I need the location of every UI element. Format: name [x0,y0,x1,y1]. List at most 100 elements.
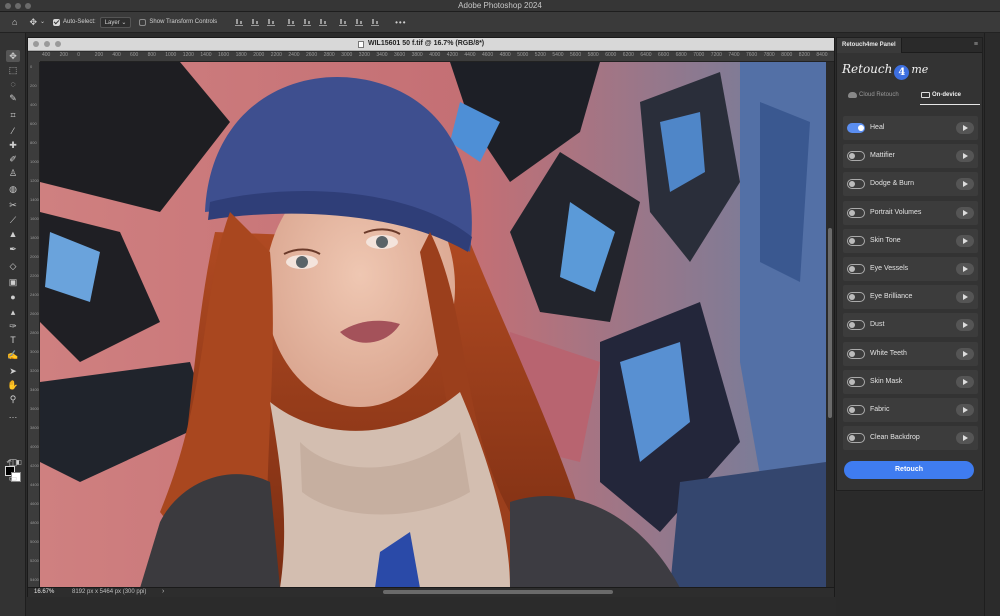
type-tool-icon[interactable]: T [6,334,20,346]
play-icon[interactable] [956,432,974,445]
horizontal-scroll-thumb[interactable] [383,590,613,594]
distribute-horizontal-icon[interactable] [371,18,380,26]
crop-tool-icon[interactable]: ⌗ [6,109,20,121]
ruler-tick-label: 3200 [358,52,370,58]
ruler-tick-label: 2400 [288,52,300,58]
align-left-icon[interactable] [235,18,244,26]
horizontal-ruler[interactable]: 400 200 0 200 400 600 800 1000 1200 1400 1600 1800 2… [40,52,834,62]
play-icon[interactable] [956,206,974,219]
vertical-ruler[interactable]: 0 200 400 600 800 1000 1200 1400 1600 1800 2000 220… [28,62,40,588]
auto-select-target-dropdown[interactable]: Layer ⌄ [99,16,132,28]
plugin-toggle[interactable] [847,376,865,387]
ruler-tick-label: 8200 [798,52,810,58]
plugin-toggle[interactable] [847,263,865,274]
zoom-tool-icon[interactable]: ⚲ [6,393,20,405]
play-icon[interactable] [956,262,974,275]
play-icon[interactable] [956,403,974,416]
plugin-toggle[interactable] [847,151,865,162]
plugin-toggle[interactable] [847,348,865,359]
zoom-level[interactable]: 16.67% [34,589,54,595]
minimize-document-button[interactable] [44,41,50,47]
plugin-toggle[interactable] [847,433,865,444]
align-right-icon[interactable] [267,18,276,26]
tab-cloud-retouch[interactable]: Cloud Retouch [847,88,899,105]
move-tool-icon[interactable]: ✥ [29,17,37,27]
distribute-icon[interactable] [339,18,348,26]
eraser-tool-icon[interactable]: ◇ [6,260,20,272]
align-bottom-icon[interactable] [319,18,328,26]
tab-on-device[interactable]: On-device [920,88,980,105]
clone-stamp-icon[interactable]: ♙ [6,167,20,179]
tab-retouch4me-panel[interactable]: Retouch4me Panel [837,38,902,53]
pen-tool-icon[interactable]: ✑ [6,320,20,332]
pen-brush-icon[interactable]: ✒ [6,243,20,255]
plugin-row: Dust [843,313,978,338]
play-icon[interactable] [956,122,974,134]
more-options-button[interactable]: ••• [395,18,406,27]
play-icon[interactable] [956,150,974,163]
retouch-button[interactable]: Retouch [844,461,974,479]
brush-icon[interactable]: ⟋ [6,214,20,226]
ruler-tick-label: 1800 [30,235,39,240]
lasso-tool-icon[interactable]: ◌ [6,78,20,90]
quick-selection-icon[interactable]: ✎ [6,92,20,104]
plugin-toggle[interactable] [847,292,865,303]
blur-tool-icon[interactable]: ● [6,291,20,303]
path-selection-icon[interactable]: ✍ [6,349,20,361]
gradient-tool-icon[interactable]: ▣ [6,276,20,288]
stamp-icon[interactable]: ▲ [6,228,20,240]
toggle-knob [849,237,855,244]
move-tool-icon[interactable]: ✥ [6,50,20,62]
toggle-knob [849,294,855,301]
home-icon[interactable]: ⌂ [12,17,17,27]
document-tab-bar: WIL15601 50 f.tif @ 16.7% (RGB/8*) [28,38,834,51]
align-middle-icon[interactable] [303,18,312,26]
ruler-tick-label: 2400 [30,292,39,297]
plugin-toggle[interactable] [847,123,865,133]
close-document-button[interactable] [33,41,39,47]
eyedropper-icon[interactable]: ⁄ [6,125,20,137]
ruler-tick-label: 5200 [30,558,39,563]
chevron-right-icon[interactable]: › [162,588,164,595]
play-icon[interactable] [956,319,974,332]
play-icon[interactable] [956,178,974,191]
dodge-tool-icon[interactable]: ▴ [6,306,20,318]
plugin-toggle[interactable] [847,179,865,190]
ruler-tick-label: 6200 [622,52,634,58]
plugin-toggle[interactable] [847,207,865,218]
direct-selection-icon[interactable]: ➤ [6,365,20,377]
ruler-tick-label: 2600 [306,52,318,58]
panel-menu-icon[interactable]: ≡ [974,41,978,48]
scissors-icon[interactable]: ✂ [6,199,20,211]
plugin-toggle[interactable] [847,235,865,246]
quick-mask-icon[interactable]: ◫ [6,456,20,468]
distribute-vertical-icon[interactable] [355,18,364,26]
play-icon[interactable] [956,375,974,388]
ruler-origin[interactable] [28,52,40,62]
plugin-toggle[interactable] [847,320,865,331]
auto-select-checkbox[interactable] [53,18,61,26]
align-top-icon[interactable] [287,18,296,26]
ruler-tick-label: 5400 [552,52,564,58]
document-window: WIL15601 50 f.tif @ 16.7% (RGB/8*) 400 20… [27,37,835,597]
history-brush-icon[interactable]: ◍ [6,183,20,195]
screen-mode-icon[interactable]: ▭ [6,472,20,484]
play-icon[interactable] [956,291,974,304]
play-icon[interactable] [956,234,974,247]
toggle-knob [849,265,855,272]
marquee-tool-icon[interactable]: ⬚ [6,64,20,76]
plugin-toggle[interactable] [847,404,865,415]
chevron-down-icon[interactable]: ⌄ [40,18,45,27]
vertical-scroll-thumb[interactable] [828,228,832,418]
maximize-document-button[interactable] [55,41,61,47]
play-icon[interactable] [956,347,974,360]
healing-brush-icon[interactable]: ✚ [6,139,20,151]
align-center-icon[interactable] [251,18,260,26]
more-tools-icon[interactable]: … [6,409,20,421]
hand-tool-icon[interactable]: ✋ [6,379,20,391]
ruler-tick-label: 4000 [30,444,39,449]
canvas-photo[interactable] [40,62,826,588]
ruler-tick-label: 600 [130,52,139,58]
transform-controls-checkbox[interactable] [139,18,147,26]
brush-tool-icon[interactable]: ✐ [6,153,20,165]
